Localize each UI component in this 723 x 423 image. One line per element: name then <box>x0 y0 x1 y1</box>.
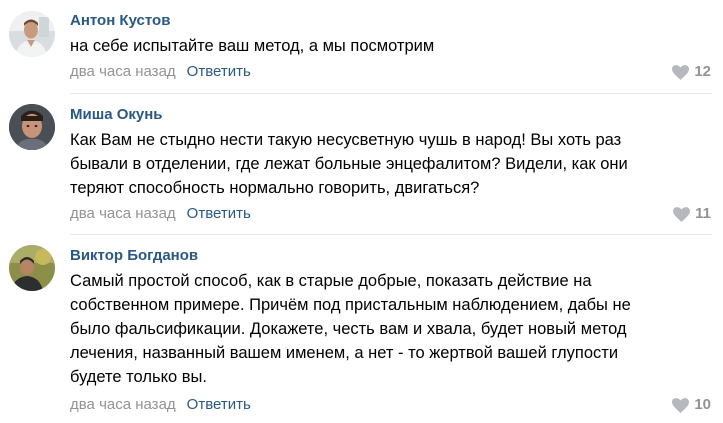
comment-text: Самый простой способ, как в старые добры… <box>70 269 715 389</box>
like-button[interactable]: 11 <box>673 205 711 223</box>
comment-text-line: лечения, названный вашем именем, а нет -… <box>70 344 619 362</box>
avatar[interactable] <box>9 104 55 150</box>
like-count: 12 <box>694 63 711 80</box>
comment-text-line: будете только вы. <box>70 368 207 386</box>
like-count: 10 <box>694 396 711 413</box>
comment-text-line: собственном примере. Причём под присталь… <box>70 296 631 314</box>
comment-text-line: теряют способность нормально говорить, д… <box>70 179 480 197</box>
comment-timestamp[interactable]: два часа назад <box>70 205 176 222</box>
heart-icon <box>672 397 690 413</box>
avatar[interactable] <box>9 245 55 291</box>
comment-author[interactable]: Антон Кустов <box>70 12 170 30</box>
like-button[interactable]: 12 <box>672 63 711 81</box>
comment-timestamp[interactable]: два часа назад <box>70 63 176 80</box>
comment-author[interactable]: Миша Окунь <box>70 106 163 124</box>
heart-icon <box>672 64 690 80</box>
comment-text-line: на себе испытайте ваш метод, а мы посмот… <box>70 37 435 55</box>
comment-meta: два часа назад Ответить <box>70 205 251 223</box>
reply-button[interactable]: Ответить <box>187 205 251 222</box>
comment-text-line: было фальсификации. Докажете, честь вам … <box>70 320 627 338</box>
reply-button[interactable]: Ответить <box>187 396 251 413</box>
comment-text: Как Вам не стыдно нести такую несусветну… <box>70 128 715 200</box>
heart-icon <box>673 206 691 222</box>
comment-meta: два часа назад Ответить <box>70 63 251 81</box>
like-count: 11 <box>695 205 711 222</box>
comment-meta: два часа назад Ответить <box>70 396 251 414</box>
reply-button[interactable]: Ответить <box>187 63 251 80</box>
like-button[interactable]: 10 <box>672 396 711 414</box>
avatar-photo-icon <box>9 11 55 57</box>
comment-text-line: бывали в отделении, где лежат больные эн… <box>70 155 628 173</box>
comment-author[interactable]: Виктор Богданов <box>70 247 198 265</box>
comment-2: Миша Окунь Как Вам не стыдно нести такую… <box>0 94 723 234</box>
avatar-photo-icon <box>9 104 55 150</box>
comment-1: Антон Кустов на себе испытайте ваш метод… <box>0 0 723 96</box>
comment-text: на себе испытайте ваш метод, а мы посмот… <box>70 34 715 58</box>
comment-text-line: Как Вам не стыдно нести такую несусветну… <box>70 131 622 149</box>
comment-3: Виктор Богданов Самый простой способ, ка… <box>0 235 723 423</box>
comment-timestamp[interactable]: два часа назад <box>70 396 176 413</box>
avatar[interactable] <box>9 11 55 57</box>
avatar-photo-icon <box>9 245 55 291</box>
comment-text-line: Самый простой способ, как в старые добры… <box>70 272 592 290</box>
